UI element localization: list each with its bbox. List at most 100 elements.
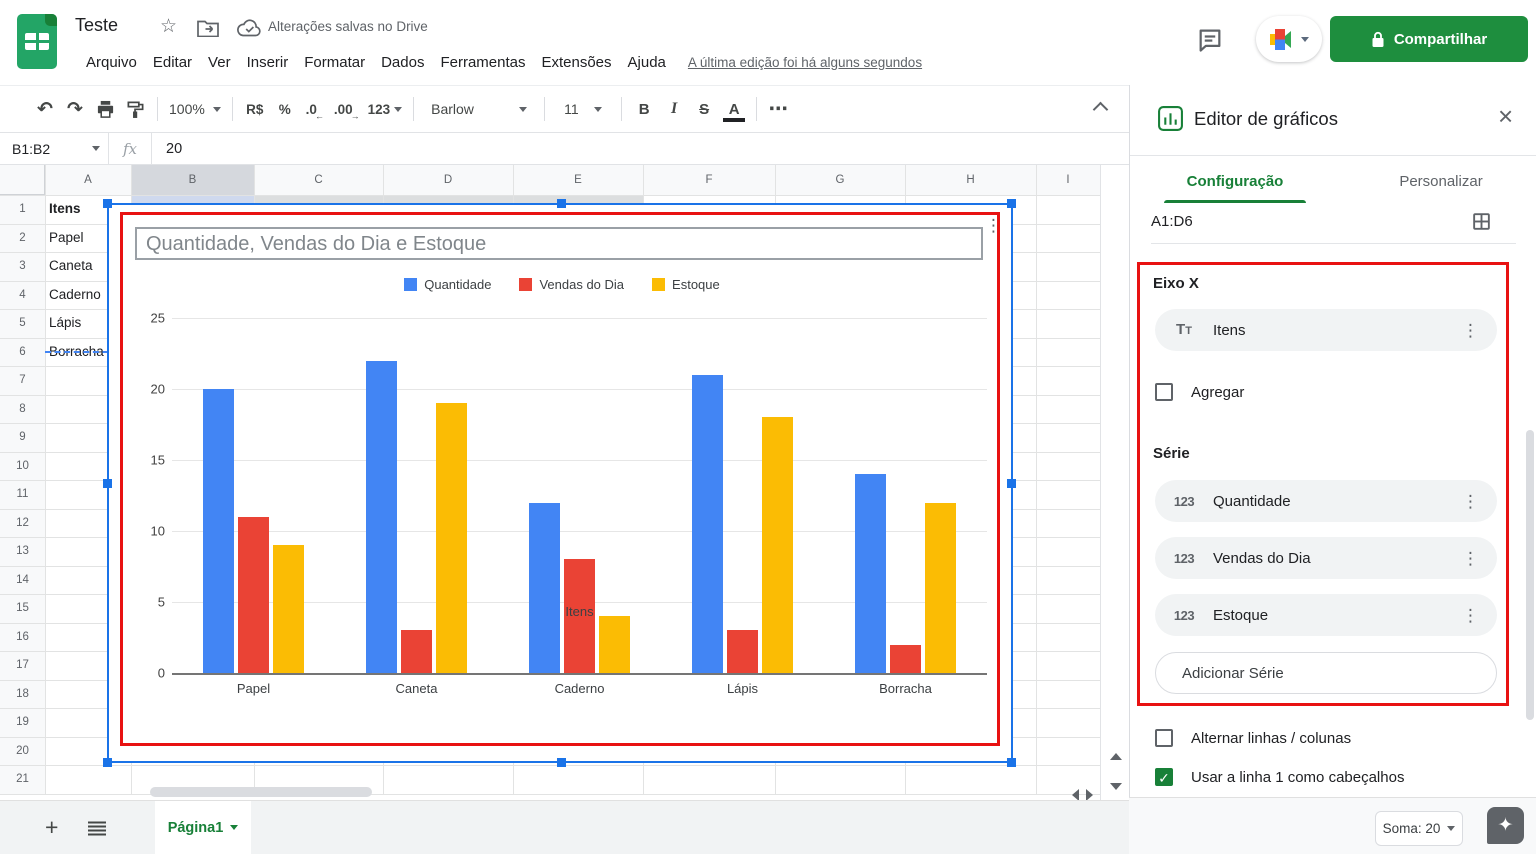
tab-personalizar[interactable]: Personalizar bbox=[1356, 173, 1526, 190]
series-menu-icon[interactable]: ⋮ bbox=[1462, 550, 1497, 567]
bar-Vendas do Dia-Lápis[interactable] bbox=[727, 630, 758, 673]
all-sheets-icon[interactable] bbox=[88, 821, 106, 841]
scroll-right-arrow[interactable] bbox=[1086, 789, 1093, 800]
name-box[interactable]: B1:B2 bbox=[0, 141, 108, 157]
close-icon[interactable]: × bbox=[1498, 101, 1513, 132]
row-header-3[interactable]: 3 bbox=[0, 252, 45, 281]
row-header-13[interactable]: 13 bbox=[0, 537, 45, 566]
menu-arquivo[interactable]: Arquivo bbox=[78, 51, 145, 74]
panel-scrollbar[interactable] bbox=[1526, 430, 1534, 720]
data-range-value[interactable]: A1:D6 bbox=[1151, 213, 1193, 230]
column-header-C[interactable]: C bbox=[254, 165, 383, 195]
row-header-7[interactable]: 7 bbox=[0, 366, 45, 395]
formula-input[interactable]: 20 bbox=[152, 141, 182, 157]
menu-editar[interactable]: Editar bbox=[145, 51, 200, 74]
saved-status[interactable]: Alterações salvas no Drive bbox=[268, 19, 428, 34]
sum-summary-button[interactable]: Soma: 20 bbox=[1375, 811, 1463, 846]
aggregate-checkbox[interactable] bbox=[1155, 383, 1173, 401]
font-size-select[interactable]: 11 bbox=[552, 94, 614, 124]
add-sheet-button[interactable]: + bbox=[45, 814, 58, 841]
bar-Quantidade-Borracha[interactable] bbox=[855, 474, 886, 673]
x-axis-field[interactable]: TT Itens ⋮ bbox=[1155, 309, 1497, 351]
more-formats-button[interactable]: 123 bbox=[364, 94, 407, 124]
chart-handle[interactable] bbox=[557, 758, 566, 767]
more-toolbar-button[interactable]: ⋯ bbox=[764, 94, 794, 124]
redo-button[interactable]: ↷ bbox=[60, 94, 90, 124]
font-select[interactable]: Barlow bbox=[421, 94, 537, 124]
switch-rows-columns-checkbox[interactable] bbox=[1155, 729, 1173, 747]
series-field-Vendas do Dia[interactable]: 123Vendas do Dia⋮ bbox=[1155, 537, 1497, 579]
paint-format-button[interactable] bbox=[120, 94, 150, 124]
column-header-A[interactable]: A bbox=[45, 165, 131, 195]
chart-menu-icon[interactable]: ⋮ bbox=[985, 217, 1002, 234]
add-series-button[interactable]: Adicionar Série bbox=[1155, 652, 1497, 694]
row-header-8[interactable]: 8 bbox=[0, 395, 45, 424]
decrease-decimals-button[interactable]: .0← bbox=[300, 94, 330, 124]
chart-handle[interactable] bbox=[557, 199, 566, 208]
print-button[interactable] bbox=[90, 94, 120, 124]
menu-extensões[interactable]: Extensões bbox=[533, 51, 619, 74]
series-menu-icon[interactable]: ⋮ bbox=[1462, 493, 1497, 510]
bar-Estoque-Lápis[interactable] bbox=[762, 417, 793, 673]
horizontal-scrollbar[interactable] bbox=[150, 787, 372, 797]
row-header-9[interactable]: 9 bbox=[0, 423, 45, 452]
bar-Vendas do Dia-Caneta[interactable] bbox=[401, 630, 432, 673]
series-field-Estoque[interactable]: 123Estoque⋮ bbox=[1155, 594, 1497, 636]
collapse-toolbar-button[interactable] bbox=[1085, 94, 1115, 124]
meet-button[interactable] bbox=[1256, 16, 1322, 62]
text-color-button[interactable]: A bbox=[719, 94, 749, 124]
chart-title-input[interactable]: Quantidade, Vendas do Dia e Estoque bbox=[135, 227, 983, 260]
chart-handle[interactable] bbox=[1007, 479, 1016, 488]
x-axis-menu-icon[interactable]: ⋮ bbox=[1462, 322, 1497, 339]
row-header-16[interactable]: 16 bbox=[0, 623, 45, 652]
strikethrough-button[interactable]: S bbox=[689, 94, 719, 124]
column-header-H[interactable]: H bbox=[905, 165, 1036, 195]
chart-handle[interactable] bbox=[103, 479, 112, 488]
document-title[interactable]: Teste bbox=[75, 15, 118, 36]
column-header-E[interactable]: E bbox=[513, 165, 643, 195]
column-header-I[interactable]: I bbox=[1036, 165, 1100, 195]
bar-Estoque-Borracha[interactable] bbox=[925, 503, 956, 673]
chart-handle[interactable] bbox=[103, 758, 112, 767]
move-folder-icon[interactable] bbox=[197, 19, 219, 42]
spreadsheet-grid[interactable]: ABCDEFGHI 123456789101112131415161718192… bbox=[0, 165, 1129, 800]
switch-rows-columns-label[interactable]: Alternar linhas / colunas bbox=[1191, 730, 1351, 747]
row-header-15[interactable]: 15 bbox=[0, 594, 45, 623]
bar-Quantidade-Papel[interactable] bbox=[203, 389, 234, 673]
row-header-2[interactable]: 2 bbox=[0, 224, 45, 253]
bar-Quantidade-Caneta[interactable] bbox=[366, 361, 397, 673]
scroll-up-arrow[interactable] bbox=[1110, 753, 1122, 760]
sheet-tab-pagina1[interactable]: Página1 bbox=[155, 801, 251, 854]
row-header-12[interactable]: 12 bbox=[0, 509, 45, 538]
scroll-down-arrow[interactable] bbox=[1110, 783, 1122, 790]
menu-inserir[interactable]: Inserir bbox=[239, 51, 297, 74]
bar-Estoque-Caderno[interactable] bbox=[599, 616, 630, 673]
series-menu-icon[interactable]: ⋮ bbox=[1462, 607, 1497, 624]
chart-handle[interactable] bbox=[1007, 199, 1016, 208]
aggregate-label[interactable]: Agregar bbox=[1191, 384, 1244, 401]
last-edit-link[interactable]: A última edição foi há alguns segundos bbox=[688, 55, 922, 70]
bar-Estoque-Caneta[interactable] bbox=[436, 403, 467, 673]
use-row1-headers-label[interactable]: Usar a linha 1 como cabeçalhos bbox=[1191, 769, 1404, 786]
row-header-6[interactable]: 6 bbox=[0, 338, 45, 367]
italic-button[interactable]: I bbox=[659, 94, 689, 124]
row-header-19[interactable]: 19 bbox=[0, 708, 45, 737]
format-currency-button[interactable]: R$ bbox=[240, 94, 270, 124]
row-header-18[interactable]: 18 bbox=[0, 680, 45, 709]
tab-configuracao[interactable]: Configuração bbox=[1150, 173, 1320, 190]
format-percent-button[interactable]: % bbox=[270, 94, 300, 124]
share-button[interactable]: Compartilhar bbox=[1330, 16, 1528, 62]
select-range-icon[interactable] bbox=[1471, 211, 1492, 237]
menu-ajuda[interactable]: Ajuda bbox=[620, 51, 674, 74]
select-all-corner[interactable] bbox=[0, 165, 45, 195]
bar-Quantidade-Caderno[interactable] bbox=[529, 503, 560, 673]
row-header-10[interactable]: 10 bbox=[0, 452, 45, 481]
menu-ver[interactable]: Ver bbox=[200, 51, 239, 74]
row-header-21[interactable]: 21 bbox=[0, 765, 45, 794]
scroll-left-arrow[interactable] bbox=[1072, 789, 1079, 800]
sheets-logo-icon[interactable] bbox=[17, 14, 57, 69]
column-header-F[interactable]: F bbox=[643, 165, 775, 195]
row-header-17[interactable]: 17 bbox=[0, 651, 45, 680]
bar-Quantidade-Lápis[interactable] bbox=[692, 375, 723, 673]
bar-Vendas do Dia-Papel[interactable] bbox=[238, 517, 269, 673]
